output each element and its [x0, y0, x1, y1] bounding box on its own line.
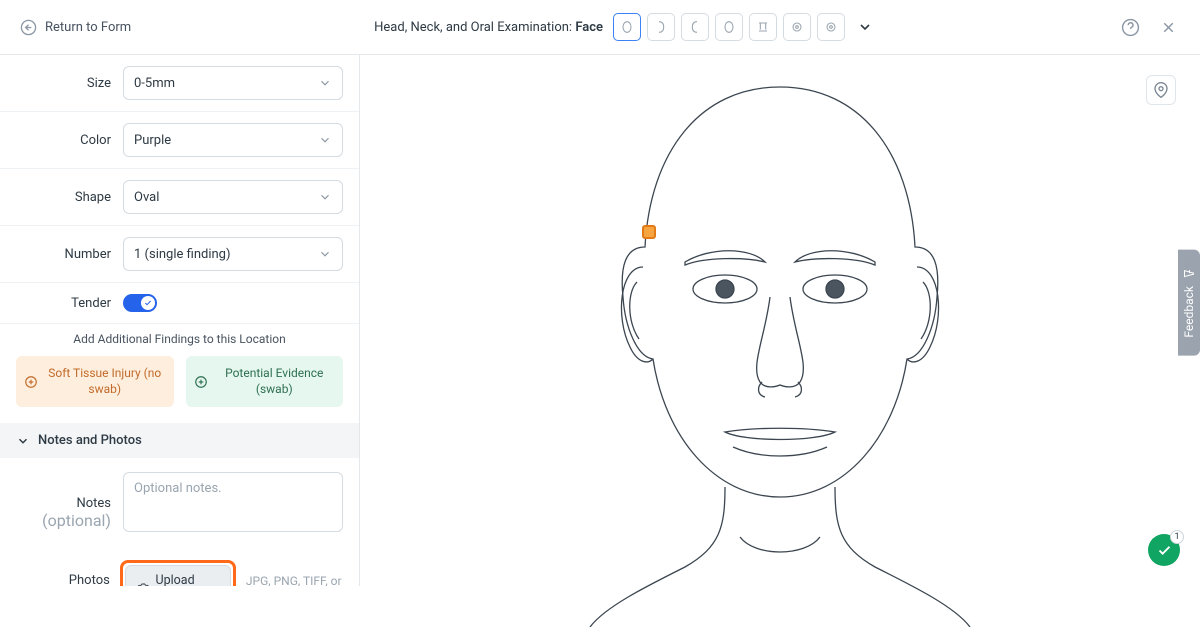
chevron-down-icon — [16, 434, 30, 448]
notes-photos-label: Notes and Photos — [38, 433, 142, 448]
label-size: Size — [16, 76, 111, 91]
main-area: Size 0-5mm Color Purple Shape Oval Numbe… — [0, 55, 1200, 586]
label-color: Color — [16, 133, 111, 148]
chip-soft-tissue[interactable]: Soft Tissue Injury (no swab) — [16, 356, 174, 407]
row-shape: Shape Oval — [0, 169, 359, 226]
close-icon — [1160, 19, 1177, 36]
app-header: Return to Form Head, Neck, and Oral Exam… — [0, 0, 1200, 55]
header-actions — [1118, 15, 1180, 39]
select-color-value: Purple — [134, 133, 171, 148]
select-number-value: 1 (single finding) — [134, 247, 231, 262]
toggle-tender[interactable] — [123, 294, 157, 312]
exam-current: Face — [575, 20, 603, 35]
properties-panel[interactable]: Size 0-5mm Color Purple Shape Oval Numbe… — [0, 55, 360, 586]
title-area: Head, Neck, and Oral Examination: Face — [131, 13, 1118, 41]
label-notes-optional: (optional) — [42, 511, 111, 530]
locate-pin-button[interactable] — [1146, 75, 1176, 105]
thumb-oral-1[interactable] — [783, 13, 811, 41]
select-size[interactable]: 0-5mm — [123, 66, 343, 100]
return-to-form-button[interactable]: Return to Form — [20, 19, 131, 36]
face-diagram — [565, 67, 995, 627]
exam-prefix: Head, Neck, and Oral Examination: — [374, 20, 575, 35]
chevron-down-icon — [318, 133, 332, 147]
chevron-down-icon — [857, 19, 873, 35]
thumb-oral-2[interactable] — [817, 13, 845, 41]
exam-title: Head, Neck, and Oral Examination: Face — [374, 20, 603, 35]
label-photos: Photos — [69, 573, 110, 586]
notes-input[interactable] — [123, 472, 343, 532]
fab-badge: 1 — [1170, 530, 1184, 544]
camera-icon — [138, 581, 149, 586]
additional-findings-heading: Add Additional Findings to this Location — [0, 324, 359, 356]
thumb-head-back[interactable] — [715, 13, 743, 41]
label-number: Number — [16, 247, 111, 262]
additional-findings-row: Soft Tissue Injury (no swab) Potential E… — [0, 356, 359, 423]
select-shape-value: Oval — [134, 190, 159, 205]
label-notes: Notes — [76, 496, 111, 511]
chip-soft-tissue-label: Soft Tissue Injury (no swab) — [44, 366, 166, 397]
select-size-value: 0-5mm — [134, 76, 175, 91]
feedback-label: Feedback — [1182, 286, 1196, 338]
row-color: Color Purple — [0, 112, 359, 169]
select-number[interactable]: 1 (single finding) — [123, 237, 343, 271]
row-tender: Tender — [0, 283, 359, 324]
upload-label: Upload Photos — [156, 573, 218, 586]
confirm-fab[interactable]: 1 — [1148, 534, 1180, 566]
row-notes: Notes (optional) — [0, 458, 359, 542]
row-photos: Photos (optional) Upload Photos JPG, PNG… — [0, 542, 359, 586]
help-circle-icon — [1121, 18, 1140, 37]
feedback-tab[interactable]: Feedback — [1178, 250, 1200, 356]
upload-photos-button[interactable]: Upload Photos — [125, 565, 231, 586]
thumb-neck[interactable] — [749, 13, 777, 41]
row-number: Number 1 (single finding) — [0, 226, 359, 283]
view-more-button[interactable] — [855, 17, 875, 37]
arrow-left-circle-icon — [20, 19, 37, 36]
toggle-knob — [141, 296, 155, 310]
megaphone-icon — [1183, 268, 1195, 280]
map-pin-icon — [1153, 82, 1169, 98]
thumb-face-front[interactable] — [613, 13, 641, 41]
select-shape[interactable]: Oval — [123, 180, 343, 214]
chip-evidence[interactable]: Potential Evidence (swab) — [186, 356, 344, 407]
return-label: Return to Form — [45, 20, 131, 35]
diagram-canvas[interactable] — [360, 55, 1200, 586]
plus-circle-icon — [24, 375, 38, 389]
chevron-down-icon — [318, 76, 332, 90]
view-thumbnails — [613, 13, 845, 41]
label-shape: Shape — [16, 190, 111, 205]
finding-marker[interactable] — [642, 225, 656, 239]
close-button[interactable] — [1156, 15, 1180, 39]
chevron-down-icon — [318, 247, 332, 261]
label-tender: Tender — [16, 296, 111, 311]
plus-circle-icon — [194, 375, 208, 389]
thumb-face-left[interactable] — [647, 13, 675, 41]
check-icon — [1157, 543, 1172, 558]
check-icon — [144, 299, 152, 307]
help-button[interactable] — [1118, 15, 1142, 39]
notes-photos-header[interactable]: Notes and Photos — [0, 423, 359, 458]
row-size: Size 0-5mm — [0, 55, 359, 112]
chip-evidence-label: Potential Evidence (swab) — [214, 366, 336, 397]
chevron-down-icon — [318, 190, 332, 204]
select-color[interactable]: Purple — [123, 123, 343, 157]
upload-highlight: Upload Photos — [120, 560, 236, 586]
thumb-face-right[interactable] — [681, 13, 709, 41]
file-hint: JPG, PNG, TIFF, or HIEC — [246, 574, 349, 586]
